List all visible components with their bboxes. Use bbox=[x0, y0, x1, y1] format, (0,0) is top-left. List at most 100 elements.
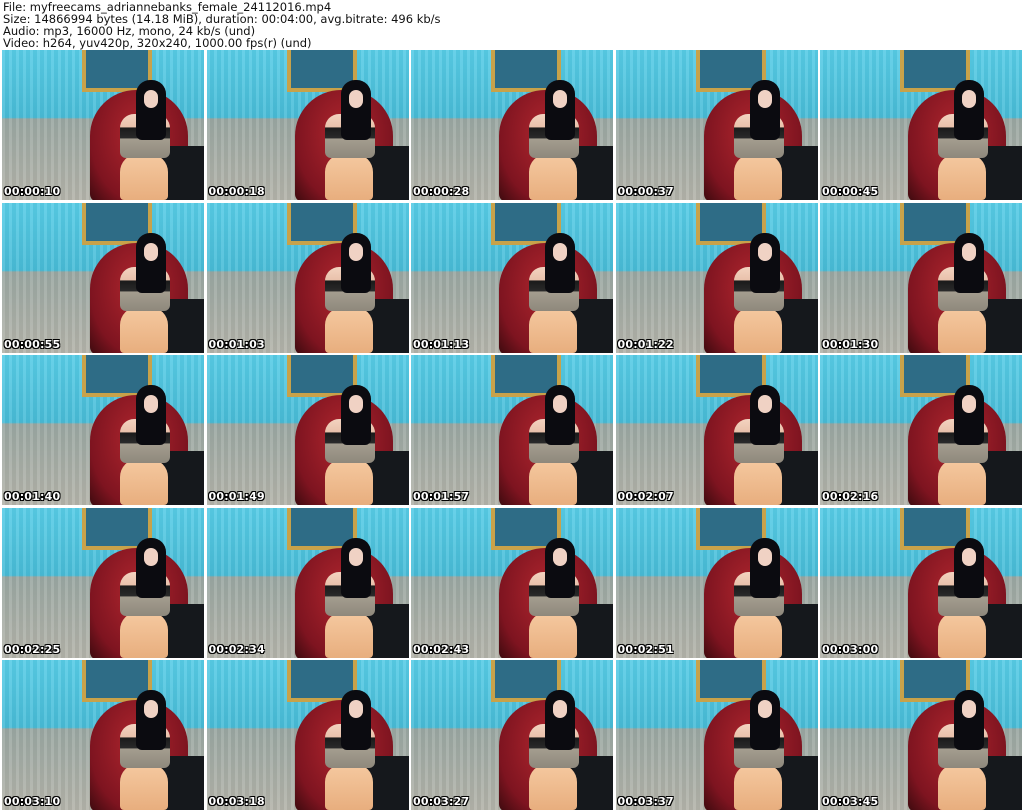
person-face bbox=[348, 242, 363, 261]
video-thumbnail: 00:00:28 bbox=[411, 50, 613, 200]
person-hair bbox=[136, 537, 166, 598]
person-hair bbox=[749, 232, 780, 293]
video-info-line: Video: h264, yuv420p, 320x240, 1000.00 f… bbox=[3, 36, 312, 50]
person-hair bbox=[340, 385, 371, 445]
thumbnail-timestamp: 00:02:43 bbox=[413, 642, 470, 656]
thumbnail-timestamp: 00:03:18 bbox=[208, 795, 265, 808]
person-legs bbox=[120, 611, 168, 658]
video-thumbnail: 00:01:13 bbox=[411, 202, 613, 353]
person-legs bbox=[733, 154, 782, 200]
person-legs bbox=[733, 306, 782, 353]
person-legs bbox=[120, 764, 168, 810]
person-face bbox=[757, 90, 772, 108]
person-legs bbox=[529, 154, 577, 200]
person-face bbox=[962, 395, 976, 413]
video-thumbnail: 00:01:49 bbox=[206, 355, 409, 505]
thumbnail-timestamp: 00:01:22 bbox=[617, 337, 674, 351]
person-face bbox=[144, 547, 158, 566]
person-hair bbox=[545, 537, 575, 598]
person-hair bbox=[954, 232, 984, 293]
thumbnail-timestamp: 00:00:37 bbox=[617, 185, 674, 198]
person-legs bbox=[529, 611, 577, 658]
video-thumbnail: 00:02:07 bbox=[615, 355, 818, 505]
media-info-header: File: myfreecams_adriannebanks_female_24… bbox=[0, 0, 1024, 50]
thumbnail-timestamp: 00:03:45 bbox=[822, 795, 879, 808]
person-hair bbox=[545, 80, 575, 140]
person-legs bbox=[324, 611, 373, 658]
person-face bbox=[962, 242, 976, 261]
thumbnail-timestamp: 00:03:00 bbox=[822, 642, 879, 656]
person-face bbox=[553, 242, 567, 261]
person-face bbox=[553, 547, 567, 566]
thumbnail-timestamp: 00:01:57 bbox=[413, 490, 470, 503]
thumbnail-timestamp: 00:01:13 bbox=[413, 337, 470, 351]
person-hair bbox=[545, 232, 575, 293]
person-legs bbox=[733, 764, 782, 810]
video-thumbnail: 00:03:45 bbox=[820, 660, 1022, 810]
video-thumbnail: 00:03:00 bbox=[820, 507, 1022, 658]
thumbnail-timestamp: 00:03:27 bbox=[413, 795, 470, 808]
thumbnail-grid: 00:00:10 00:00:18 00:00:28 00:00:37 00:00:45… bbox=[2, 50, 1022, 810]
person-face bbox=[962, 700, 976, 718]
person-face bbox=[962, 547, 976, 566]
video-thumbnail: 00:01:30 bbox=[820, 202, 1022, 353]
person-legs bbox=[938, 611, 986, 658]
person-hair bbox=[545, 690, 575, 750]
video-thumbnail: 00:02:51 bbox=[615, 507, 818, 658]
thumbnail-timestamp: 00:01:49 bbox=[208, 490, 265, 503]
person-hair bbox=[749, 80, 780, 140]
thumbnail-timestamp: 00:00:28 bbox=[413, 185, 470, 198]
person-legs bbox=[120, 306, 168, 353]
thumbnail-timestamp: 00:00:55 bbox=[4, 337, 61, 351]
person-face bbox=[348, 547, 363, 566]
person-hair bbox=[954, 690, 984, 750]
thumbnail-timestamp: 00:00:10 bbox=[4, 185, 61, 198]
video-thumbnail: 00:03:10 bbox=[2, 660, 204, 810]
video-thumbnail: 00:00:45 bbox=[820, 50, 1022, 200]
thumbnail-timestamp: 00:01:40 bbox=[4, 490, 61, 503]
person-face bbox=[553, 90, 567, 108]
person-face bbox=[757, 242, 772, 261]
person-hair bbox=[136, 690, 166, 750]
person-hair bbox=[136, 80, 166, 140]
person-hair bbox=[340, 232, 371, 293]
person-hair bbox=[136, 385, 166, 445]
person-hair bbox=[749, 385, 780, 445]
thumbnail-timestamp: 00:00:45 bbox=[822, 185, 879, 198]
person-hair bbox=[749, 537, 780, 598]
person-face bbox=[144, 242, 158, 261]
thumbnail-timestamp: 00:02:34 bbox=[208, 642, 265, 656]
person-hair bbox=[136, 232, 166, 293]
person-hair bbox=[954, 385, 984, 445]
person-face bbox=[144, 395, 158, 413]
thumbnail-timestamp: 00:01:30 bbox=[822, 337, 879, 351]
person-hair bbox=[340, 80, 371, 140]
video-thumbnail: 00:03:18 bbox=[206, 660, 409, 810]
person-hair bbox=[340, 690, 371, 750]
person-legs bbox=[120, 459, 168, 505]
person-hair bbox=[954, 80, 984, 140]
person-legs bbox=[324, 154, 373, 200]
person-legs bbox=[733, 459, 782, 505]
person-face bbox=[348, 700, 363, 718]
person-legs bbox=[120, 154, 168, 200]
person-face bbox=[757, 700, 772, 718]
person-legs bbox=[324, 459, 373, 505]
person-legs bbox=[938, 764, 986, 810]
video-thumbnail: 00:03:27 bbox=[411, 660, 613, 810]
video-thumbnail: 00:00:18 bbox=[206, 50, 409, 200]
thumbnail-timestamp: 00:02:25 bbox=[4, 642, 61, 656]
person-legs bbox=[324, 306, 373, 353]
video-thumbnail: 00:00:10 bbox=[2, 50, 204, 200]
thumbnail-timestamp: 00:03:37 bbox=[617, 795, 674, 808]
video-thumbnail: 00:01:57 bbox=[411, 355, 613, 505]
video-thumbnail: 00:02:43 bbox=[411, 507, 613, 658]
thumbnail-timestamp: 00:03:10 bbox=[4, 795, 61, 808]
person-legs bbox=[938, 306, 986, 353]
person-legs bbox=[529, 764, 577, 810]
video-thumbnail: 00:01:22 bbox=[615, 202, 818, 353]
person-legs bbox=[529, 459, 577, 505]
person-face bbox=[348, 395, 363, 413]
person-face bbox=[553, 700, 567, 718]
thumbnail-timestamp: 00:02:07 bbox=[617, 490, 674, 503]
